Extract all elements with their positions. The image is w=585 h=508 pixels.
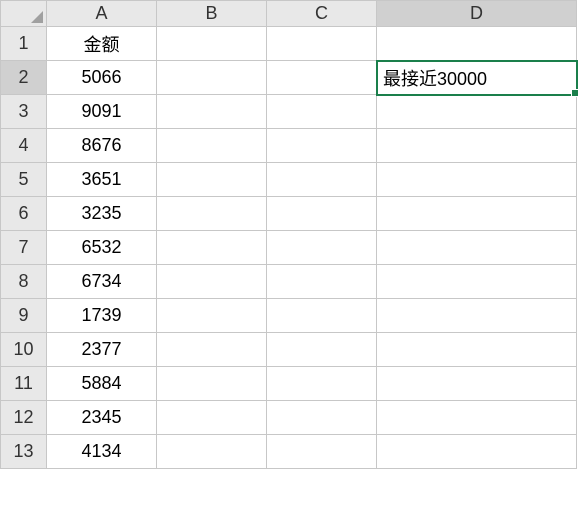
cell-D12[interactable] [377,401,577,435]
table-row: 3 9091 [1,95,577,129]
cell-C2[interactable] [267,61,377,95]
cell-C8[interactable] [267,265,377,299]
table-row: 8 6734 [1,265,577,299]
select-all-corner[interactable] [1,1,47,27]
cell-B3[interactable] [157,95,267,129]
table-row: 5 3651 [1,163,577,197]
cell-C12[interactable] [267,401,377,435]
row-header-1[interactable]: 1 [1,27,47,61]
cell-C6[interactable] [267,197,377,231]
table-row: 6 3235 [1,197,577,231]
cell-C7[interactable] [267,231,377,265]
row-header-10[interactable]: 10 [1,333,47,367]
cell-C9[interactable] [267,299,377,333]
cell-A2[interactable]: 5066 [47,61,157,95]
cell-A7[interactable]: 6532 [47,231,157,265]
row-header-5[interactable]: 5 [1,163,47,197]
cell-D3[interactable] [377,95,577,129]
row-header-12[interactable]: 12 [1,401,47,435]
cell-A11[interactable]: 5884 [47,367,157,401]
cell-A3[interactable]: 9091 [47,95,157,129]
row-header-7[interactable]: 7 [1,231,47,265]
cell-C1[interactable] [267,27,377,61]
cell-A8[interactable]: 6734 [47,265,157,299]
row-header-13[interactable]: 13 [1,435,47,469]
cell-D6[interactable] [377,197,577,231]
column-header-row: A B C D [1,1,577,27]
cell-B10[interactable] [157,333,267,367]
row-header-11[interactable]: 11 [1,367,47,401]
cell-C13[interactable] [267,435,377,469]
table-row: 7 6532 [1,231,577,265]
cell-A12[interactable]: 2345 [47,401,157,435]
row-header-2[interactable]: 2 [1,61,47,95]
cell-B6[interactable] [157,197,267,231]
cell-D8[interactable] [377,265,577,299]
cell-C4[interactable] [267,129,377,163]
row-header-6[interactable]: 6 [1,197,47,231]
table-row: 12 2345 [1,401,577,435]
cell-A13[interactable]: 4134 [47,435,157,469]
cell-A1[interactable]: 金额 [47,27,157,61]
cell-D11[interactable] [377,367,577,401]
cell-C10[interactable] [267,333,377,367]
cell-C5[interactable] [267,163,377,197]
table-row: 9 1739 [1,299,577,333]
cell-A5[interactable]: 3651 [47,163,157,197]
cell-C3[interactable] [267,95,377,129]
spreadsheet-grid[interactable]: A B C D 1 金额 2 5066 最接近30000 3 9091 4 86… [0,0,577,469]
col-header-B[interactable]: B [157,1,267,27]
cell-B5[interactable] [157,163,267,197]
table-row: 10 2377 [1,333,577,367]
cell-B9[interactable] [157,299,267,333]
cell-A10[interactable]: 2377 [47,333,157,367]
table-row: 11 5884 [1,367,577,401]
cell-B12[interactable] [157,401,267,435]
cell-B7[interactable] [157,231,267,265]
cell-A4[interactable]: 8676 [47,129,157,163]
table-row: 4 8676 [1,129,577,163]
col-header-C[interactable]: C [267,1,377,27]
row-header-8[interactable]: 8 [1,265,47,299]
cell-A6[interactable]: 3235 [47,197,157,231]
cell-C11[interactable] [267,367,377,401]
cell-B4[interactable] [157,129,267,163]
table-row: 13 4134 [1,435,577,469]
col-header-D[interactable]: D [377,1,577,27]
table-row: 2 5066 最接近30000 [1,61,577,95]
cell-D1[interactable] [377,27,577,61]
cell-B8[interactable] [157,265,267,299]
cell-D4[interactable] [377,129,577,163]
cell-D13[interactable] [377,435,577,469]
cell-D10[interactable] [377,333,577,367]
cell-D2[interactable]: 最接近30000 [377,61,577,95]
cell-B1[interactable] [157,27,267,61]
cell-A9[interactable]: 1739 [47,299,157,333]
cell-D7[interactable] [377,231,577,265]
col-header-A[interactable]: A [47,1,157,27]
cell-B11[interactable] [157,367,267,401]
row-header-4[interactable]: 4 [1,129,47,163]
cell-D9[interactable] [377,299,577,333]
cell-D5[interactable] [377,163,577,197]
cell-B13[interactable] [157,435,267,469]
row-header-9[interactable]: 9 [1,299,47,333]
cell-B2[interactable] [157,61,267,95]
table-row: 1 金额 [1,27,577,61]
row-header-3[interactable]: 3 [1,95,47,129]
